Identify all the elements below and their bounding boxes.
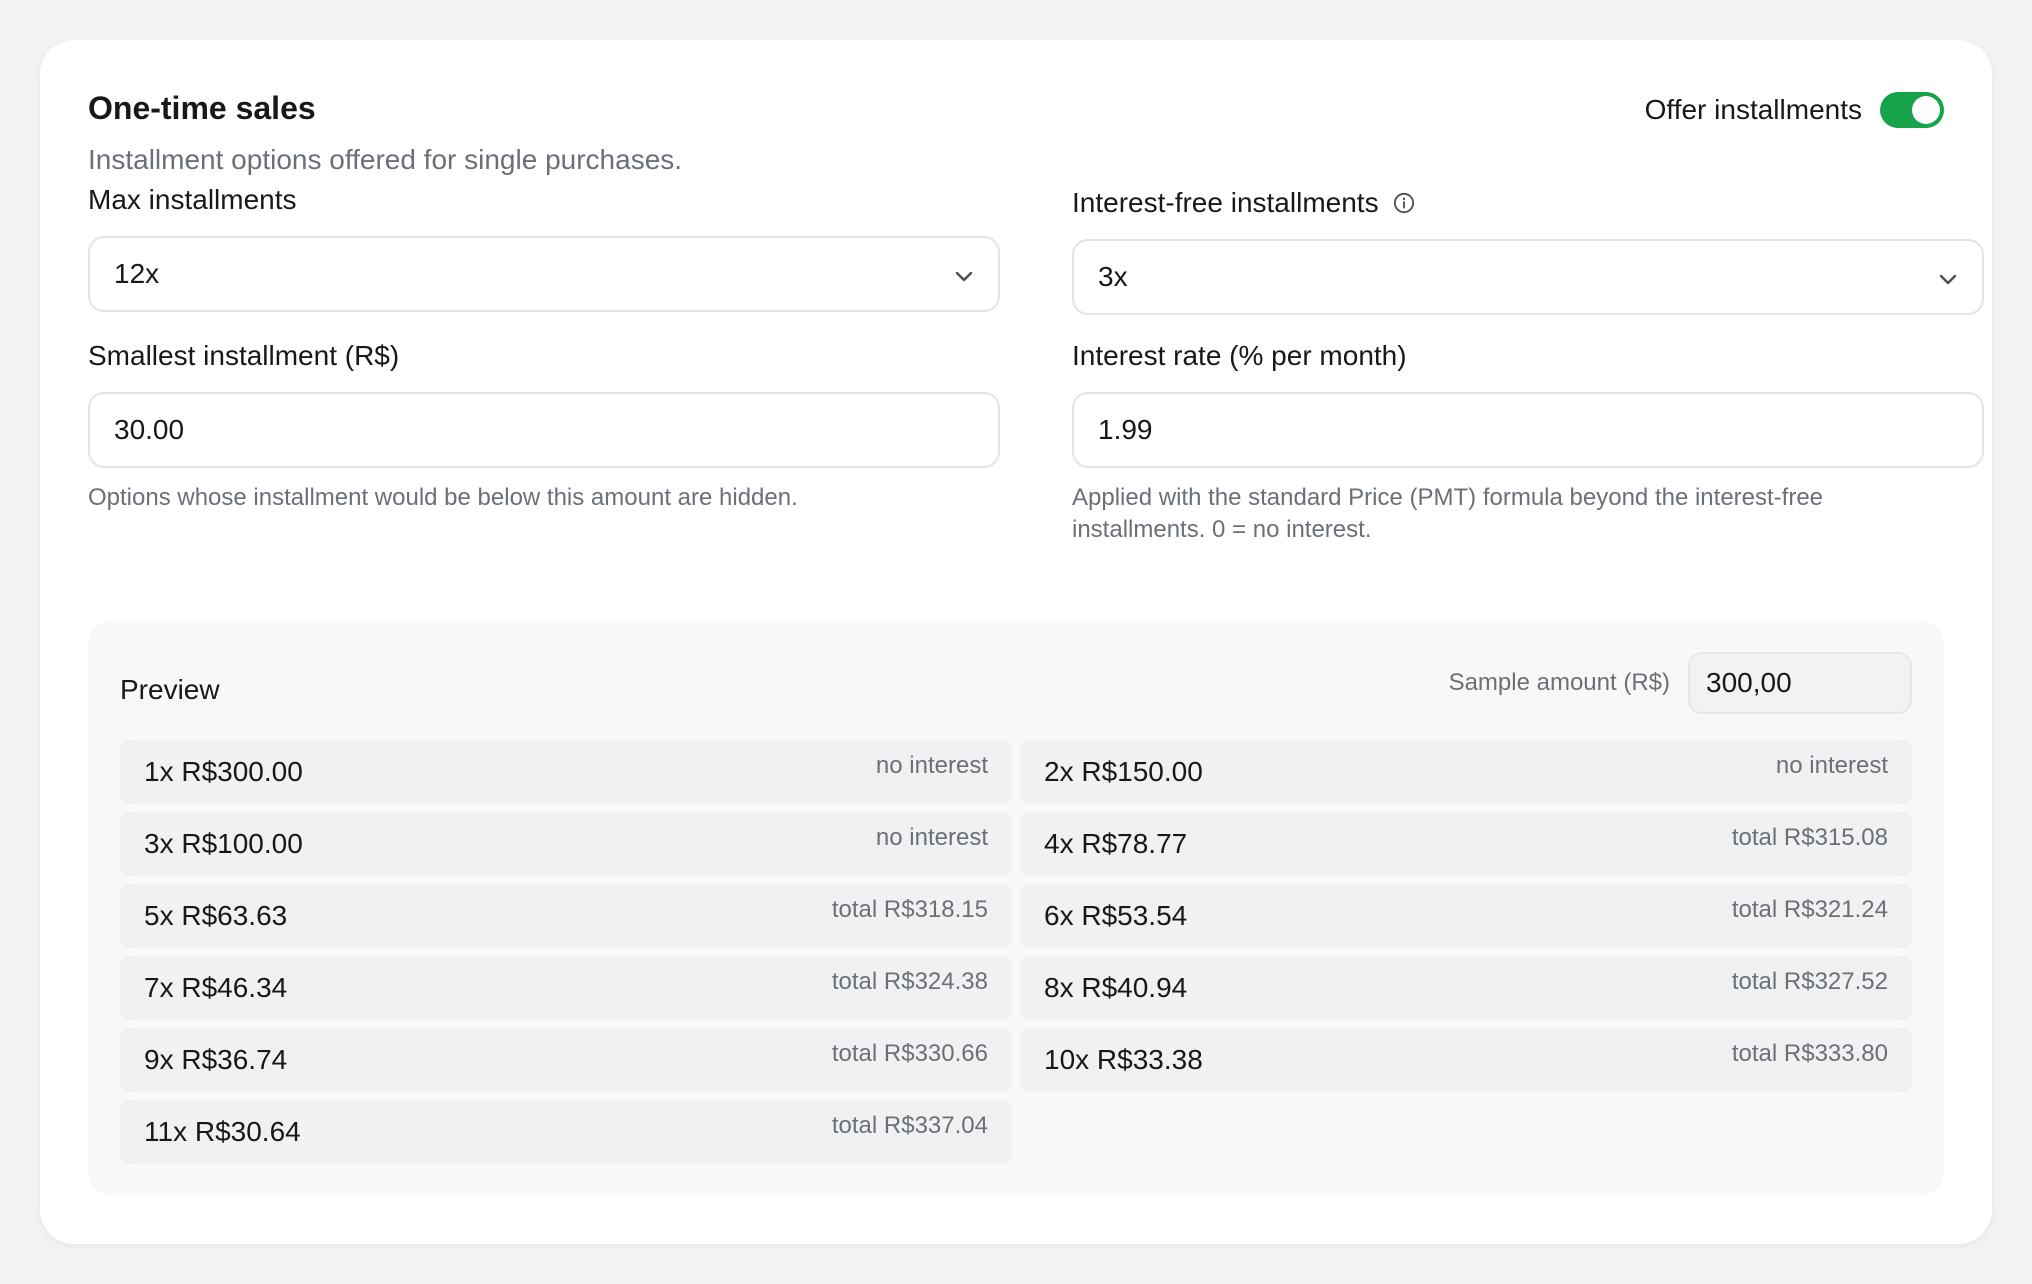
preview-row: 8x R$40.94 total R$327.52 (1020, 956, 1912, 1020)
sample-amount-label: Sample amount (R$) (1448, 669, 1670, 696)
preview-row: 5x R$63.63 total R$318.15 (120, 884, 1012, 948)
preview-panel: Preview Sample amount (R$) 1x R$300.00 no… (88, 620, 1944, 1196)
preview-row-installment: 1x R$300.00 (144, 756, 303, 787)
preview-row-note: total R$330.66 (831, 1040, 988, 1067)
preview-row-note: no interest (1775, 752, 1888, 779)
max-installments-value: 12x (114, 258, 160, 289)
preview-row-note: total R$321.24 (1731, 896, 1888, 923)
interest-free-label-text: Interest-free installments (1072, 187, 1379, 218)
interest-rate-label-text: Interest rate (% per month) (1072, 340, 1407, 371)
interest-free-value: 3x (1098, 261, 1128, 292)
toggle-knob (1912, 96, 1940, 124)
preview-row: 4x R$78.77 total R$315.08 (1020, 812, 1912, 876)
preview-row-note: total R$333.80 (1731, 1040, 1888, 1067)
smallest-installment-help: Options whose installment would be below… (88, 484, 798, 511)
interest-free-label: Interest-free installments (1072, 185, 1984, 221)
preview-row-note: no interest (875, 824, 988, 851)
preview-row-installment: 2x R$150.00 (1044, 756, 1203, 787)
preview-row-note: total R$337.04 (831, 1112, 988, 1139)
chevron-down-icon (1939, 274, 1957, 285)
preview-row-installment: 5x R$63.63 (144, 900, 288, 931)
page-title: One-time sales (88, 90, 316, 126)
preview-row-installment: 7x R$46.34 (144, 972, 288, 1003)
preview-row-note: total R$318.15 (831, 896, 988, 923)
sample-amount-input[interactable] (1688, 652, 1912, 714)
preview-row-note: total R$315.08 (1731, 824, 1888, 851)
interest-rate-input[interactable] (1098, 414, 1958, 446)
preview-row: 10x R$33.38 total R$333.80 (1020, 1028, 1912, 1092)
interest-rate-field: Interest rate (% per month) Applied with… (1072, 338, 1984, 546)
preview-rows: 1x R$300.00 no interest 2x R$150.00 no inte… (120, 740, 1912, 1164)
preview-title: Preview (120, 674, 220, 705)
preview-row-installment: 10x R$33.38 (1044, 1044, 1203, 1075)
smallest-installment-input-wrap (88, 392, 1000, 468)
interest-rate-input-wrap (1072, 392, 1984, 468)
info-icon[interactable] (1393, 192, 1415, 214)
preview-row: 3x R$100.00 no interest (120, 812, 1012, 876)
offer-installments-toggle[interactable] (1880, 92, 1944, 128)
smallest-installment-label-text: Smallest installment (R$) (88, 340, 400, 371)
preview-row: 9x R$36.74 total R$330.66 (120, 1028, 1012, 1092)
sample-amount-group: Sample amount (R$) (1449, 652, 1912, 714)
preview-row-note: total R$324.38 (831, 968, 988, 995)
preview-row-note: total R$327.52 (1731, 968, 1888, 995)
preview-row: 7x R$46.34 total R$324.38 (120, 956, 1012, 1020)
interest-rate-help: Applied with the standard Price (PMT) fo… (1072, 484, 1824, 543)
preview-row: 2x R$150.00 no interest (1020, 740, 1912, 804)
max-installments-label-text: Max installments (88, 184, 297, 215)
interest-free-field: Interest-free installments 3x (1072, 185, 1984, 315)
smallest-installment-field: Smallest installment (R$) Options whose … (88, 338, 1000, 514)
max-installments-field: Max installments 12x (88, 182, 1000, 312)
smallest-installment-label: Smallest installment (R$) (88, 338, 1000, 374)
chevron-down-icon (955, 271, 973, 282)
preview-row-installment: 9x R$36.74 (144, 1044, 288, 1075)
preview-row-note: no interest (875, 752, 988, 779)
preview-row-installment: 4x R$78.77 (1044, 828, 1188, 859)
page-subtitle: Installment options offered for single p… (88, 144, 683, 175)
preview-row: 6x R$53.54 total R$321.24 (1020, 884, 1912, 948)
preview-row: 11x R$30.64 total R$337.04 (120, 1100, 1012, 1164)
preview-row-installment: 8x R$40.94 (1044, 972, 1188, 1003)
settings-card: One-time sales Installment options offer… (40, 40, 1992, 1244)
max-installments-select[interactable]: 12x (88, 236, 1000, 312)
offer-installments-label: Offer installments (1644, 94, 1862, 125)
preview-row-installment: 6x R$53.54 (1044, 900, 1188, 931)
max-installments-label: Max installments (88, 182, 1000, 218)
preview-row: 1x R$300.00 no interest (120, 740, 1012, 804)
interest-rate-label: Interest rate (% per month) (1072, 338, 1984, 374)
interest-free-select[interactable]: 3x (1072, 239, 1984, 315)
preview-row-installment: 3x R$100.00 (144, 828, 303, 859)
offer-installments-toggle-group: Offer installments (1645, 92, 1944, 128)
smallest-installment-input[interactable] (114, 414, 974, 446)
preview-row-installment: 11x R$30.64 (144, 1116, 301, 1147)
